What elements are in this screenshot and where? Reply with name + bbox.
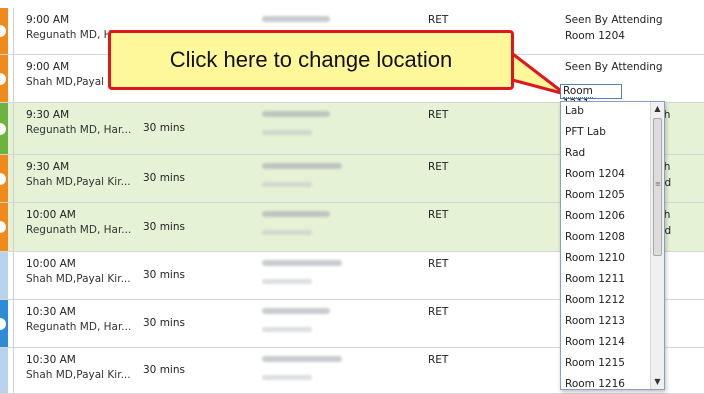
- dropdown-scrollbar[interactable]: ▲ ≡ ▼: [650, 102, 664, 389]
- appointment-time: 9:30 AM: [26, 109, 70, 121]
- location-dropdown[interactable]: Room 1216 Room 1215 Room 1214 Room 1213 Room…: [560, 101, 665, 390]
- dropdown-option[interactable]: Room 1211: [565, 273, 625, 285]
- visit-type: RET: [428, 258, 449, 270]
- provider-name: Regunath MD, H: [26, 29, 112, 41]
- row-tab-icon: [0, 172, 6, 185]
- appointment-time: 9:00 AM: [26, 14, 70, 26]
- dropdown-option[interactable]: Room 1205: [565, 189, 625, 201]
- appointment-time: 9:00 AM: [26, 61, 70, 73]
- provider-name: Regunath MD, Har...: [26, 124, 132, 136]
- appointment-time: 9:30 AM: [26, 161, 70, 173]
- appointment-time: 10:30 AM: [26, 354, 76, 366]
- appointment-duration: 30 mins: [143, 172, 185, 184]
- row-tab-icon: [0, 221, 6, 233]
- row-tab-icon: [0, 72, 6, 85]
- provider-name: Regunath MD, Har...: [26, 321, 132, 333]
- patient-info-redacted: [262, 230, 312, 235]
- column-divider: [13, 155, 14, 202]
- patient-info-redacted: [262, 375, 312, 380]
- visit-type: RET: [428, 209, 449, 221]
- location-select[interactable]: Room 1211: [560, 84, 622, 111]
- scroll-thumb[interactable]: ≡: [653, 118, 662, 256]
- scroll-down-icon[interactable]: ▼: [651, 375, 664, 389]
- status-marker: [0, 300, 8, 347]
- column-divider: [13, 252, 14, 299]
- dropdown-option[interactable]: Room 1210: [565, 252, 625, 264]
- status-marker: [0, 8, 8, 54]
- help-callout: Click here to change location: [108, 30, 514, 90]
- dropdown-option[interactable]: Room 1204: [565, 168, 625, 180]
- column-divider: [13, 300, 14, 347]
- dropdown-option[interactable]: PFT Lab: [565, 126, 606, 138]
- appointment-status: Seen By Attending: [565, 61, 663, 73]
- scroll-up-icon[interactable]: ▲: [651, 102, 664, 116]
- provider-name: Shah MD,Payal: [26, 76, 105, 88]
- visit-type: RET: [428, 306, 449, 318]
- patient-name-redacted: [262, 16, 330, 22]
- dropdown-option[interactable]: Lab: [565, 105, 584, 117]
- column-divider: [13, 203, 14, 251]
- dropdown-option[interactable]: Room 1215: [565, 357, 625, 369]
- dropdown-option[interactable]: Room 1208: [565, 231, 625, 243]
- column-divider: [13, 55, 14, 102]
- visit-type: RET: [428, 161, 449, 173]
- status-marker: [0, 155, 8, 202]
- appointment-status: Seen By Attending: [565, 14, 663, 26]
- appointment-duration: 30 mins: [143, 269, 185, 281]
- row-tab-icon: [0, 25, 6, 37]
- patient-info-redacted: [262, 279, 312, 284]
- patient-name-redacted: [262, 308, 330, 314]
- status-marker: [0, 103, 8, 154]
- patient-name-redacted: [262, 211, 330, 217]
- appointment-time: 10:00 AM: [26, 258, 76, 270]
- visit-type: RET: [428, 354, 449, 366]
- row-tab-icon: [0, 317, 6, 330]
- appointment-duration: 30 mins: [143, 221, 185, 233]
- callout-text: Click here to change location: [169, 47, 453, 72]
- column-divider: [13, 348, 14, 393]
- patient-info-redacted: [262, 327, 312, 332]
- status-marker: [0, 348, 8, 393]
- row-tab-icon: [0, 122, 6, 135]
- dropdown-option[interactable]: Room 1213: [565, 315, 625, 327]
- patient-info-redacted: [262, 130, 312, 135]
- appointment-time: 10:00 AM: [26, 209, 76, 221]
- provider-name: Shah MD,Payal Kir...: [26, 273, 131, 285]
- provider-name: Shah MD,Payal Kir...: [26, 369, 131, 381]
- appointment-time: 10:30 AM: [26, 306, 76, 318]
- provider-name: Regunath MD, Har...: [26, 224, 132, 236]
- status-marker: [0, 252, 8, 299]
- appointment-duration: 30 mins: [143, 364, 185, 376]
- column-divider: [13, 103, 14, 154]
- provider-name: Shah MD,Payal Kir...: [26, 176, 131, 188]
- dropdown-option[interactable]: Room 1212: [565, 294, 625, 306]
- appointment-duration: 30 mins: [143, 122, 185, 134]
- patient-name-redacted: [262, 356, 342, 362]
- column-divider: [13, 8, 14, 54]
- patient-name-redacted: [262, 163, 342, 169]
- dropdown-option[interactable]: Room 1214: [565, 336, 625, 348]
- status-marker: [0, 203, 8, 251]
- dropdown-option[interactable]: Room 1216: [565, 378, 625, 389]
- dropdown-option[interactable]: Rad: [565, 147, 585, 159]
- patient-name-redacted: [262, 260, 342, 266]
- patient-info-redacted: [262, 182, 312, 187]
- visit-type: RET: [428, 109, 449, 121]
- status-marker: [0, 55, 8, 102]
- appointment-duration: 30 mins: [143, 317, 185, 329]
- visit-type: RET: [428, 14, 449, 26]
- dropdown-option[interactable]: Room 1206: [565, 210, 625, 222]
- patient-name-redacted: [262, 111, 330, 117]
- grip-icon: ≡: [655, 180, 661, 188]
